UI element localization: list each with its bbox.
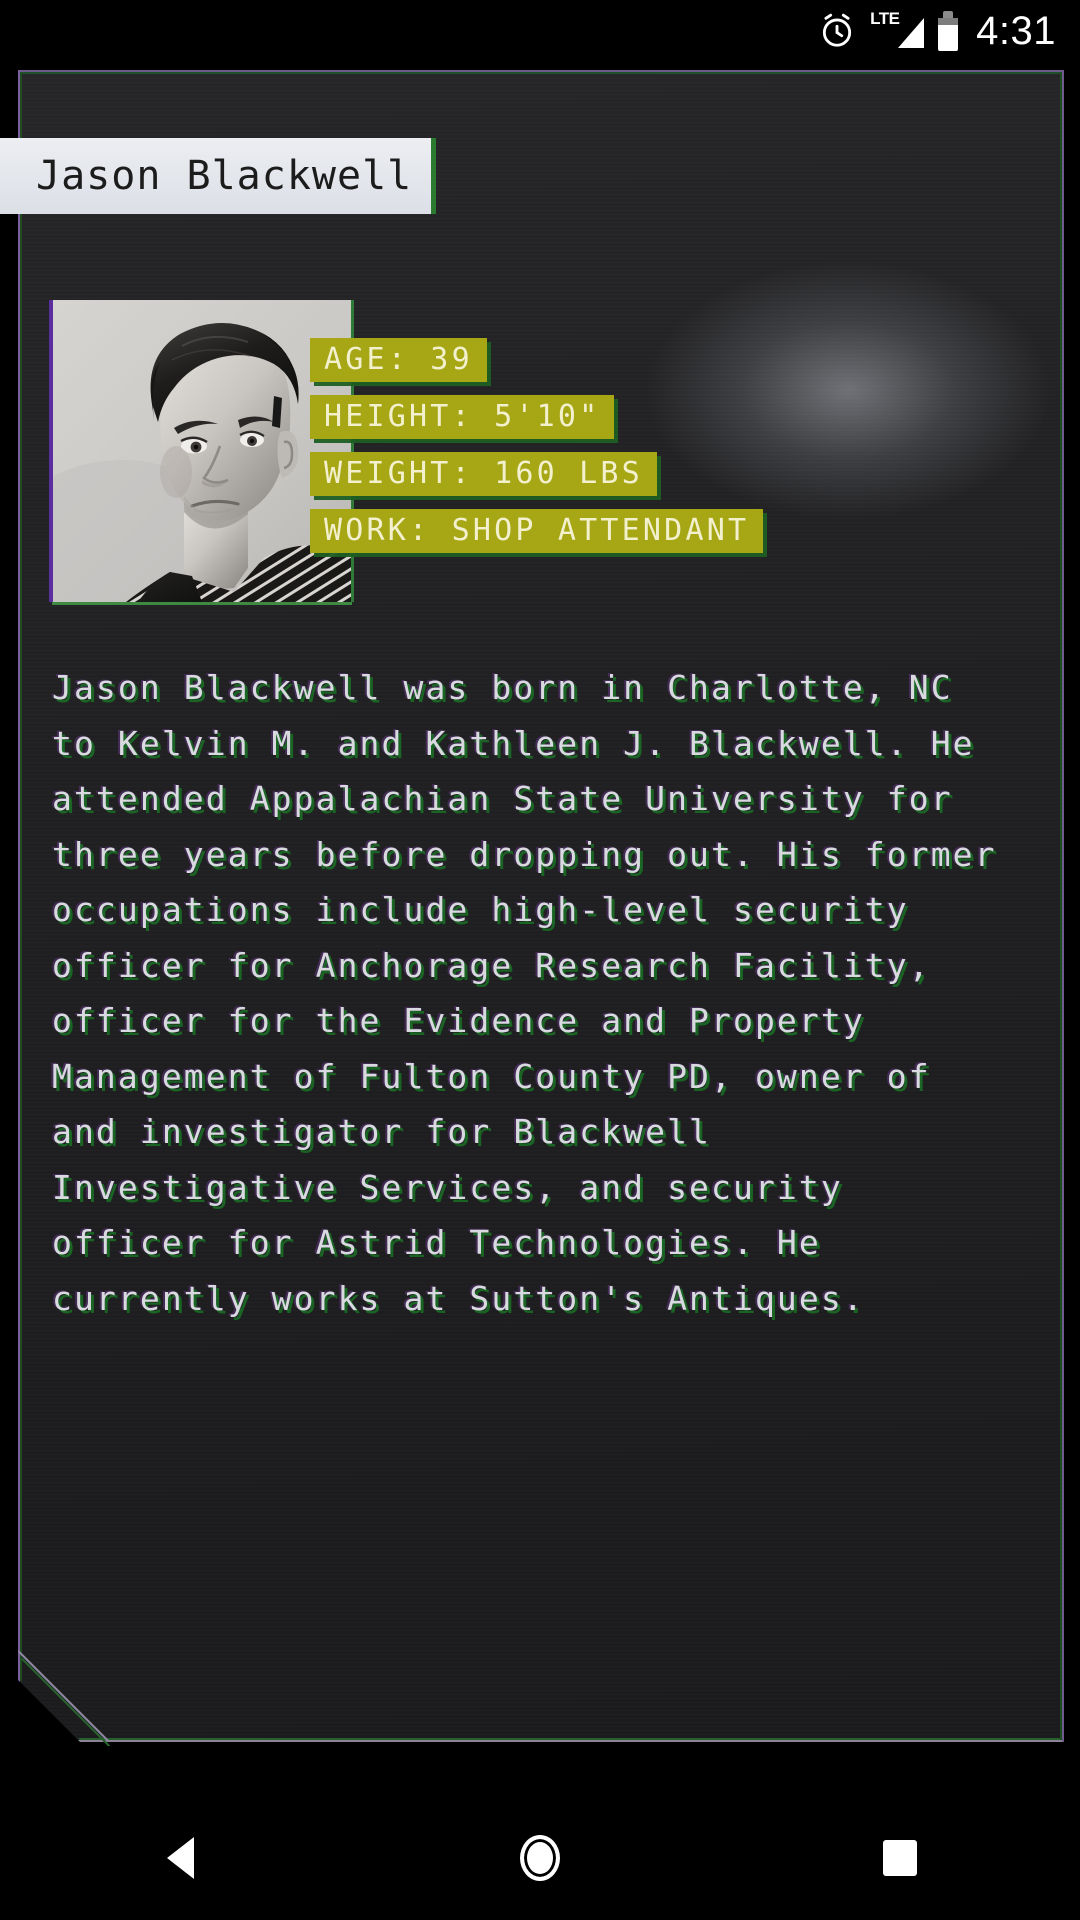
back-triangle-icon — [166, 1837, 194, 1879]
bio-text: Jason Blackwell was born in Charlotte, N… — [52, 668, 1019, 1318]
stats-list: AGE: 39 HEIGHT: 5'10" WEIGHT: 160 LBS WO… — [310, 338, 764, 553]
portrait-photo — [49, 300, 354, 605]
stat-work-text: WORK: SHOP ATTENDANT — [324, 513, 750, 548]
stat-tag-height: HEIGHT: 5'10" — [310, 395, 615, 439]
status-bar: LTE 4:31 — [0, 0, 1080, 62]
signal-triangle-icon — [898, 18, 925, 48]
android-nav-bar — [0, 1796, 1080, 1920]
stat-weight-text: WEIGHT: 160 LBS — [324, 456, 643, 491]
stat-tag-age: AGE: 39 — [310, 338, 487, 382]
battery-icon — [938, 11, 959, 51]
portrait-image — [52, 300, 352, 602]
stat-tag-work: WORK: SHOP ATTENDANT — [310, 509, 764, 553]
lte-signal-indicator: LTE — [870, 9, 925, 50]
back-button[interactable] — [90, 1796, 270, 1920]
portrait-purple-edge — [49, 300, 53, 602]
recents-square-icon — [883, 1840, 917, 1876]
title-banner-accent-edge — [431, 138, 436, 214]
status-bar-clock: 4:31 — [976, 9, 1056, 53]
title-banner: Jason Blackwell — [0, 138, 436, 214]
lte-label: LTE — [870, 9, 900, 28]
recents-button[interactable] — [810, 1796, 990, 1920]
stat-tag-weight: WEIGHT: 160 LBS — [310, 452, 657, 496]
home-circle-icon — [520, 1835, 560, 1881]
alarm-clock-icon — [818, 12, 856, 50]
home-button[interactable] — [450, 1796, 630, 1920]
stat-age-text: AGE: 39 — [324, 342, 473, 377]
bio-section: Jason Blackwell was born in Charlotte, N… — [52, 660, 1012, 1326]
portrait-green-edge-bottom — [52, 602, 352, 605]
phone-screen: LTE 4:31 Jason Blackwell AGE: 39 HEIGHT:… — [0, 0, 1080, 1920]
page-title: Jason Blackwell — [36, 153, 413, 199]
stat-height-text: HEIGHT: 5'10" — [324, 399, 601, 434]
